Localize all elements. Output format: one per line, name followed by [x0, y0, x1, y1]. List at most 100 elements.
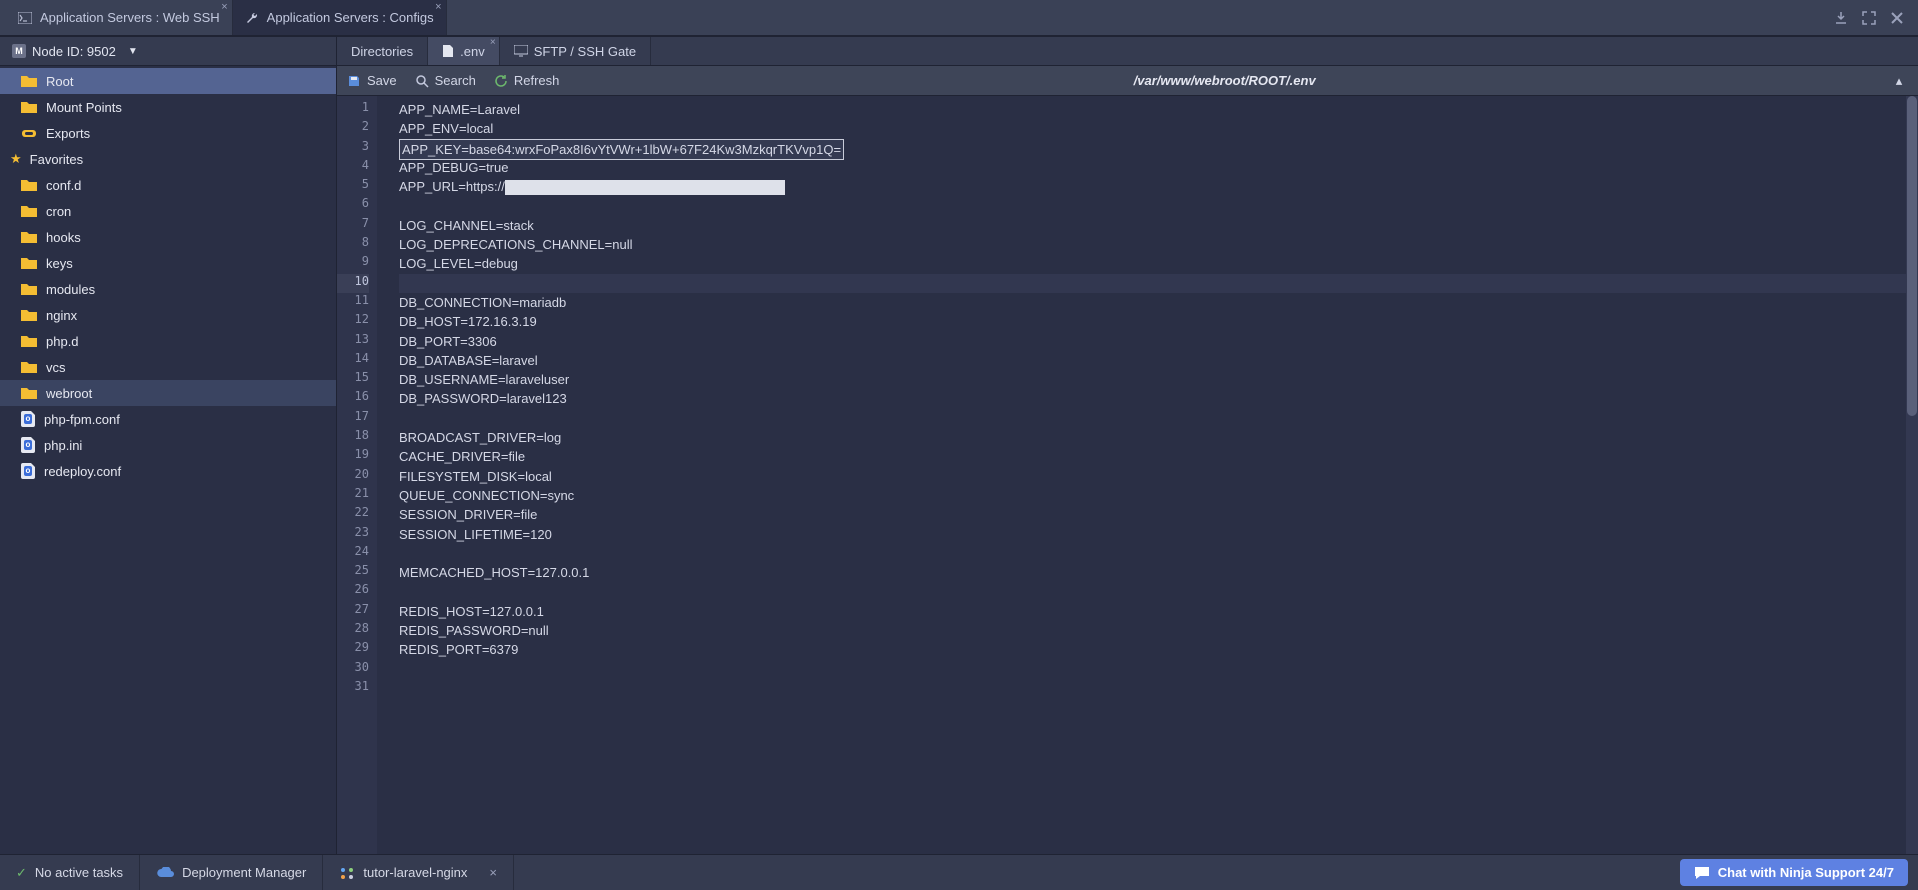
folder-icon	[20, 204, 38, 218]
folder-icon	[20, 178, 38, 192]
chat-support-button[interactable]: Chat with Ninja Support 24/7	[1680, 859, 1908, 886]
close-icon[interactable]: ×	[221, 2, 227, 13]
code-line[interactable]: REDIS_HOST=127.0.0.1	[399, 602, 1918, 621]
tree-item-root[interactable]: Root	[0, 68, 336, 94]
tree-item-confd[interactable]: conf.d	[0, 172, 336, 198]
code-line[interactable]: LOG_CHANNEL=stack	[399, 216, 1918, 235]
code-line[interactable]: SESSION_DRIVER=file	[399, 505, 1918, 524]
code-line[interactable]: APP_DEBUG=true	[399, 158, 1918, 177]
file-icon: o	[20, 411, 36, 427]
scroll-up-button[interactable]: ▴	[1890, 73, 1908, 89]
dropdown-badge-icon: M	[12, 44, 26, 58]
code-line[interactable]: DB_PORT=3306	[399, 332, 1918, 351]
refresh-icon	[494, 74, 508, 88]
main-tab-webssh[interactable]: Application Servers : Web SSH ×	[6, 0, 233, 35]
folder-icon	[20, 360, 38, 374]
code-line[interactable]: FILESYSTEM_DISK=local	[399, 467, 1918, 486]
editor-tab-env[interactable]: .env ×	[428, 37, 500, 65]
code-line[interactable]	[399, 660, 1918, 679]
code-line[interactable]: DB_CONNECTION=mariadb	[399, 293, 1918, 312]
code-line[interactable]: DB_HOST=172.16.3.19	[399, 312, 1918, 331]
scrollbar-thumb[interactable]	[1907, 96, 1917, 416]
tab-label: .env	[460, 44, 485, 59]
search-icon	[415, 74, 429, 88]
node-dropdown[interactable]: M Node ID: 9502 ▼	[0, 36, 336, 66]
deployment-manager-button[interactable]: Deployment Manager	[140, 855, 323, 890]
tree-item-phpini[interactable]: o php.ini	[0, 432, 336, 458]
code-line[interactable]: DB_PASSWORD=laravel123	[399, 389, 1918, 408]
node-label: Node ID: 9502	[32, 44, 116, 59]
tree-item-webroot[interactable]: webroot	[0, 380, 336, 406]
refresh-button[interactable]: Refresh	[494, 73, 560, 88]
scrollbar[interactable]	[1906, 96, 1918, 854]
sidebar: M Node ID: 9502 ▼ Root Mount Points Expo…	[0, 36, 336, 854]
code-line[interactable]	[399, 679, 1918, 698]
close-icon[interactable]: ×	[435, 2, 441, 13]
tasks-status[interactable]: ✓ No active tasks	[0, 855, 140, 890]
code-line[interactable]: CACHE_DRIVER=file	[399, 447, 1918, 466]
star-icon: ★	[10, 151, 22, 167]
folder-icon	[20, 282, 38, 296]
save-button[interactable]: Save	[347, 73, 397, 88]
code-line[interactable]: DB_DATABASE=laravel	[399, 351, 1918, 370]
link-icon	[20, 126, 38, 140]
editor-area: Directories .env × SFTP / SSH Gate Save …	[336, 36, 1918, 854]
close-icon[interactable]	[1890, 11, 1904, 25]
code-line[interactable]: LOG_LEVEL=debug	[399, 254, 1918, 273]
code-line[interactable]: APP_URL=https://	[399, 177, 1918, 196]
environment-tab[interactable]: tutor-laravel-nginx ×	[323, 855, 514, 890]
code-line[interactable]: LOG_DEPRECATIONS_CHANNEL=null	[399, 235, 1918, 254]
tree-item-cron[interactable]: cron	[0, 198, 336, 224]
tab-label: SFTP / SSH Gate	[534, 44, 636, 59]
tree-item-exports[interactable]: Exports	[0, 120, 336, 146]
save-icon	[347, 74, 361, 88]
folder-icon	[20, 386, 38, 400]
code-line[interactable]	[399, 544, 1918, 563]
code-line[interactable]: REDIS_PORT=6379	[399, 640, 1918, 659]
app-icon	[339, 866, 355, 880]
monitor-icon	[514, 45, 528, 57]
download-icon[interactable]	[1834, 11, 1848, 25]
main-tab-configs[interactable]: Application Servers : Configs ×	[233, 0, 447, 35]
code-body[interactable]: APP_NAME=LaravelAPP_ENV=localAPP_KEY=bas…	[377, 96, 1918, 854]
code-line[interactable]	[399, 274, 1918, 293]
code-line[interactable]: QUEUE_CONNECTION=sync	[399, 486, 1918, 505]
terminal-icon	[18, 12, 32, 24]
code-line[interactable]: APP_NAME=Laravel	[399, 100, 1918, 119]
tree-item-phpd[interactable]: php.d	[0, 328, 336, 354]
tree-item-nginx[interactable]: nginx	[0, 302, 336, 328]
close-icon[interactable]: ×	[489, 865, 497, 880]
folder-icon	[20, 74, 38, 88]
editor-tab-sftp[interactable]: SFTP / SSH Gate	[500, 37, 651, 65]
code-line[interactable]: BROADCAST_DRIVER=log	[399, 428, 1918, 447]
tree-item-modules[interactable]: modules	[0, 276, 336, 302]
code-line[interactable]: REDIS_PASSWORD=null	[399, 621, 1918, 640]
code-line[interactable]	[399, 409, 1918, 428]
file-icon: o	[20, 463, 36, 479]
file-tree: Root Mount Points Exports ★ Favorites co…	[0, 66, 336, 854]
code-editor[interactable]: 1234567891011121314151617181920212223242…	[337, 96, 1918, 854]
tab-label: Application Servers : Configs	[267, 10, 434, 25]
code-line[interactable]: MEMCACHED_HOST=127.0.0.1	[399, 563, 1918, 582]
code-line[interactable]: APP_KEY=base64:wrxFoPax8I6vYtVWr+1lbW+67…	[399, 139, 1918, 158]
tree-item-hooks[interactable]: hooks	[0, 224, 336, 250]
code-line[interactable]: SESSION_LIFETIME=120	[399, 525, 1918, 544]
tree-item-redeploy[interactable]: o redeploy.conf	[0, 458, 336, 484]
tree-item-favorites[interactable]: ★ Favorites	[0, 146, 336, 172]
window-controls	[1834, 0, 1918, 35]
search-button[interactable]: Search	[415, 73, 476, 88]
editor-tabs: Directories .env × SFTP / SSH Gate	[337, 36, 1918, 66]
editor-tab-directories[interactable]: Directories	[337, 37, 428, 65]
expand-icon[interactable]	[1862, 11, 1876, 25]
code-line[interactable]: DB_USERNAME=laraveluser	[399, 370, 1918, 389]
tree-item-phpfpm[interactable]: o php-fpm.conf	[0, 406, 336, 432]
tree-item-keys[interactable]: keys	[0, 250, 336, 276]
code-line[interactable]	[399, 196, 1918, 215]
code-line[interactable]	[399, 582, 1918, 601]
code-line[interactable]: APP_ENV=local	[399, 119, 1918, 138]
file-path: /var/www/webroot/ROOT/.env	[577, 73, 1872, 88]
tab-label: Directories	[351, 44, 413, 59]
tree-item-vcs[interactable]: vcs	[0, 354, 336, 380]
close-icon[interactable]: ×	[490, 38, 496, 48]
tree-item-mount[interactable]: Mount Points	[0, 94, 336, 120]
